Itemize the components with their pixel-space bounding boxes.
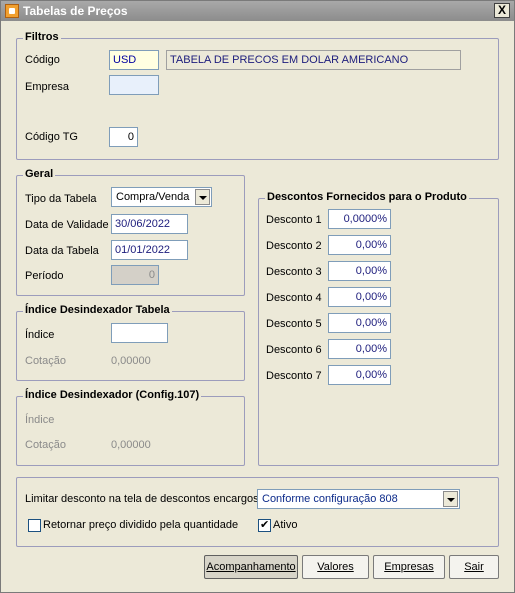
chevron-down-icon[interactable] [443, 491, 458, 507]
periodo-label: Período [25, 270, 64, 282]
limitar-desconto-label: Limitar desconto na tela de descontos en… [25, 493, 259, 505]
desconto-label: Desconto 1 [266, 214, 322, 226]
app-icon [5, 4, 19, 18]
codigo-field[interactable]: USD [109, 50, 159, 70]
data-tabela-label: Data da Tabela [25, 245, 99, 257]
desconto-label: Desconto 3 [266, 266, 322, 278]
desconto-label: Desconto 5 [266, 318, 322, 330]
indice-config-group: Índice Desindexador (Config.107) [16, 389, 245, 466]
desconto-field[interactable]: 0,0000% [328, 209, 391, 229]
periodo-field: 0 [111, 265, 159, 285]
sair-button[interactable]: Sair [449, 555, 499, 579]
desconto-field[interactable]: 0,00% [328, 339, 391, 359]
price-table-window: Tabelas de Preços X Filtros Código USD T… [0, 0, 515, 593]
codigo-tg-field[interactable]: 0 [109, 127, 138, 147]
ativo-checkbox[interactable] [258, 518, 271, 532]
descontos-title: Descontos Fornecidos para o Produto [265, 191, 469, 203]
title-bar[interactable]: Tabelas de Preços X [1, 1, 514, 21]
indice-tabela-group: Índice Desindexador Tabela [16, 304, 245, 381]
valores-button[interactable]: Valores [302, 555, 369, 579]
window-title: Tabelas de Preços [23, 4, 128, 18]
indice-tabela-indice-label: Índice [25, 329, 55, 341]
chevron-down-icon[interactable] [195, 189, 210, 205]
indice-tabela-cotacao-label: Cotação [25, 355, 66, 367]
data-validade-field[interactable]: 30/06/2022 [111, 214, 188, 234]
indice-config-cotacao-value: 0,00000 [111, 439, 151, 451]
tipo-tabela-select[interactable]: Compra/Venda [111, 187, 212, 207]
empresa-label: Empresa [25, 81, 70, 93]
data-validade-label: Data de Validade [25, 219, 109, 231]
limitar-desconto-select[interactable]: Conforme configuração 808 [257, 489, 460, 509]
filtros-title: Filtros [23, 31, 61, 43]
close-button[interactable]: X [494, 3, 510, 18]
indice-config-indice-label: Índice [25, 414, 55, 426]
opcoes-group [16, 477, 499, 547]
empresa-field[interactable] [109, 75, 159, 95]
data-tabela-field[interactable]: 01/01/2022 [111, 240, 188, 260]
acompanhamento-button[interactable]: Acompanhamento [204, 555, 298, 579]
desconto-label: Desconto 2 [266, 240, 322, 252]
desconto-field[interactable]: 0,00% [328, 313, 391, 333]
indice-tabela-cotacao-value: 0,00000 [111, 355, 151, 367]
geral-title: Geral [23, 168, 56, 180]
ativo-label: Ativo [273, 519, 298, 531]
desconto-label: Desconto 4 [266, 292, 322, 304]
desconto-label: Desconto 7 [266, 370, 322, 382]
indice-tabela-title: Índice Desindexador Tabela [23, 304, 172, 316]
desconto-field[interactable]: 0,00% [328, 235, 391, 255]
retornar-preco-label: Retornar preço dividido pela quantidade [43, 519, 239, 531]
codigo-label: Código [25, 54, 60, 66]
empresas-button[interactable]: Empresas [373, 555, 445, 579]
retornar-preco-checkbox[interactable] [28, 519, 41, 532]
desconto-field[interactable]: 0,00% [328, 365, 391, 385]
tipo-tabela-label: Tipo da Tabela [25, 193, 97, 205]
limitar-desconto-value: Conforme configuração 808 [262, 493, 398, 505]
tipo-tabela-value: Compra/Venda [116, 191, 190, 203]
codigo-tg-label: Código TG [25, 131, 78, 143]
descricao-field: TABELA DE PRECOS EM DOLAR AMERICANO [166, 50, 461, 70]
indice-config-title: Índice Desindexador (Config.107) [23, 389, 202, 401]
indice-config-cotacao-label: Cotação [25, 439, 66, 451]
indice-tabela-field[interactable] [111, 323, 168, 343]
desconto-label: Desconto 6 [266, 344, 322, 356]
desconto-field[interactable]: 0,00% [328, 287, 391, 307]
desconto-field[interactable]: 0,00% [328, 261, 391, 281]
